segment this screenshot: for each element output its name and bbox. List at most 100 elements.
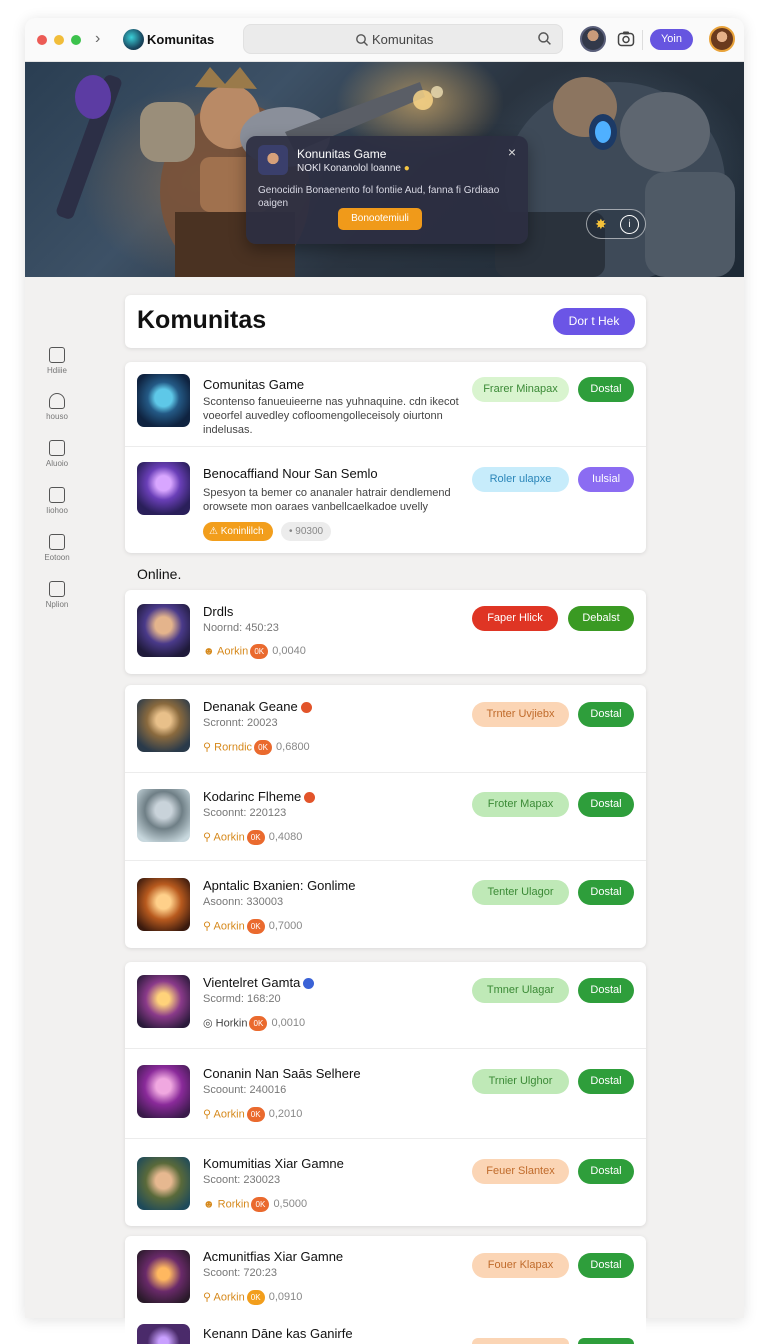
tag-group: ⚠ Koninlilch • 90300 — [203, 521, 332, 541]
detail-button[interactable]: Dostal — [578, 1069, 634, 1094]
hero-controls: ✸ i — [586, 209, 646, 239]
list-item[interactable]: Komumitias Xiar Gamne Scoont: 230023 ☻ R… — [125, 1138, 646, 1226]
list-item[interactable]: Comunitas Game Scontenso fanueuieerne na… — [125, 362, 646, 446]
follow-button[interactable] — [472, 1338, 569, 1344]
follow-button[interactable]: Frarer Minapax — [472, 377, 569, 402]
game-thumbnail — [137, 1324, 190, 1344]
game-title: Drdls — [203, 604, 234, 619]
close-icon[interactable]: × — [508, 144, 516, 160]
sidebar-item-label: Hdiiie — [46, 366, 67, 375]
follow-button[interactable]: Froter Mapax — [472, 792, 569, 817]
popup-subtitle: NOKl Konanolol loanne ● — [297, 163, 410, 174]
game-score: Scoount: 240016 — [203, 1084, 287, 1096]
list-item[interactable]: Conanin Nan Saās Selhere Scoount: 240016… — [125, 1048, 646, 1138]
game-list-card: Vientelret Gamta Scormd: 168:20 ◎ Horkin… — [125, 962, 646, 1226]
game-thumbnail — [137, 374, 190, 427]
follow-button[interactable]: Tmner Ulagar — [472, 978, 569, 1003]
follow-button[interactable]: Trnter Uvjiebx — [472, 702, 569, 727]
game-thumbnail — [137, 1250, 190, 1303]
follow-button[interactable]: Fouer Klapax — [472, 1253, 569, 1278]
clock-icon: ◎ — [203, 1017, 216, 1030]
game-meta: ⚲ Rorndic 0K 0,6800 — [203, 740, 310, 755]
sidebar-item-home[interactable]: Hdiiie — [37, 347, 77, 375]
maximize-window-button[interactable] — [71, 35, 81, 45]
game-meta: ⚲ Aorkin 0K 0,0910 — [203, 1290, 303, 1305]
popup-action-button[interactable]: Bonootemiuli — [338, 208, 422, 230]
sidebar-item-messages[interactable]: Aluoio — [37, 440, 77, 468]
online-card: Drdls Noornd: 450:23 ☻ Aorkin 0K 0,0040 Fa… — [125, 590, 646, 674]
search-submit-icon[interactable] — [537, 31, 552, 46]
list-item[interactable]: Drdls Noornd: 450:23 ☻ Aorkin 0K 0,0040 Fa… — [125, 590, 646, 674]
detail-button[interactable]: Dostal — [578, 702, 634, 727]
detail-button[interactable]: Dostal — [578, 1159, 634, 1184]
game-title: Vientelret Gamta — [203, 975, 315, 990]
game-meta: ⚲ Aorkin 0K 0,4080 — [203, 830, 303, 845]
sidebar-item-label: Nplion — [45, 600, 69, 609]
game-score: Scoont: 230023 — [203, 1174, 281, 1186]
follow-button[interactable]: Tenter Ulagor — [472, 880, 569, 905]
section-label-online: Online. — [137, 566, 182, 582]
game-thumbnail — [137, 878, 190, 931]
game-title: Comunitas Game — [203, 377, 305, 392]
detail-button[interactable]: Dostal — [578, 792, 634, 817]
game-score: Scoonnt: 220123 — [203, 807, 287, 819]
detail-button[interactable]: Dostal — [578, 1253, 634, 1278]
game-thumbnail — [137, 699, 190, 752]
game-score: Scormd: 168:20 — [203, 993, 281, 1005]
list-item[interactable]: Kodarinc Flheme Scoonnt: 220123 ⚲ Aorkin… — [125, 772, 646, 860]
list-item[interactable]: Denanak Geane Scronnt: 20023 ⚲ Rorndic 0K… — [125, 685, 646, 772]
page-title: Komunitas — [137, 306, 267, 334]
game-meta: ☻ Rorkin 0K 0,5000 — [203, 1197, 308, 1212]
search-input[interactable]: Komunitas — [243, 24, 563, 54]
follow-button[interactable]: Roler ulapxe — [472, 467, 569, 492]
join-button[interactable]: Yoin — [650, 29, 693, 50]
search-text: Komunitas — [372, 32, 434, 47]
game-thumbnail — [137, 975, 190, 1028]
user-avatar[interactable] — [580, 26, 606, 52]
detail-button[interactable] — [578, 1338, 634, 1344]
info-icon[interactable]: i — [620, 215, 639, 234]
sidebar-item-settings[interactable]: Nplion — [37, 581, 77, 609]
detail-button[interactable]: Dostal — [578, 880, 634, 905]
verified-icon — [300, 702, 312, 714]
count-tag: • 90300 — [281, 522, 332, 541]
game-title: Denanak Geane — [203, 699, 312, 714]
follow-button[interactable]: Faper Hlick — [472, 606, 558, 631]
community-tag[interactable]: ⚠ Koninlilch — [203, 522, 273, 541]
camera-icon[interactable] — [616, 29, 636, 49]
sidebar-item-notifications[interactable]: houso — [37, 393, 77, 421]
key-icon: ⚲ — [203, 831, 214, 844]
puzzle-icon[interactable]: ✸ — [595, 216, 607, 233]
create-post-button[interactable]: Dor t Hek — [553, 308, 635, 335]
detail-button[interactable]: Dostal — [578, 377, 634, 402]
game-title: Kodarinc Flheme — [203, 789, 316, 804]
list-item[interactable]: Benocaffiand Nour San Semlo Spesyon ta b… — [125, 446, 646, 553]
detail-button[interactable]: Debalst — [568, 606, 634, 631]
detail-button[interactable]: Dostal — [578, 978, 634, 1003]
follow-button[interactable]: Feuer Slantex — [472, 1159, 569, 1184]
sidebar-item-media[interactable]: Iiohoo — [37, 487, 77, 515]
game-list-card: Acmunitfias Xiar Gamne Scoont: 720:23 ⚲ … — [125, 1236, 646, 1318]
partial-list-item[interactable]: Kenann Dāne kas Ganirfe — [125, 1318, 646, 1344]
follow-button[interactable]: Trnier Ulghor — [472, 1069, 569, 1094]
list-item[interactable]: Vientelret Gamta Scormd: 168:20 ◎ Horkin… — [125, 962, 646, 1048]
list-item[interactable]: Acmunitfias Xiar Gamne Scoont: 720:23 ⚲ … — [125, 1236, 646, 1318]
game-title: Apntalic Bxanien: Gonlime — [203, 878, 356, 893]
community-popup: Konunitas Game NOKl Konanolol loanne ● ×… — [246, 136, 528, 244]
game-thumbnail — [137, 462, 190, 515]
sidebar-item-label: Aluoio — [45, 459, 69, 468]
close-window-button[interactable] — [37, 35, 47, 45]
sidebar-item-shop[interactable]: Eotoon — [37, 534, 77, 562]
list-item[interactable]: Apntalic Bxanien: Gonlime Asoonn: 330003… — [125, 860, 646, 948]
chevron-right-icon[interactable]: › — [95, 30, 100, 48]
game-thumbnail — [137, 1157, 190, 1210]
game-icon — [258, 145, 288, 175]
minimize-window-button[interactable] — [54, 35, 64, 45]
warning-icon: ⚠ — [209, 526, 221, 537]
game-description: Scontenso fanueuieerne nas yuhnaquine. c… — [203, 396, 459, 436]
profile-avatar[interactable] — [709, 26, 735, 52]
game-meta: ⚲ Aorkin 0K 0,7000 — [203, 919, 303, 934]
game-title: Kenann Dāne kas Ganirfe — [203, 1326, 353, 1341]
detail-button[interactable]: Iulsial — [578, 467, 634, 492]
game-meta: ◎ Horkin 0K 0,0010 — [203, 1016, 306, 1031]
